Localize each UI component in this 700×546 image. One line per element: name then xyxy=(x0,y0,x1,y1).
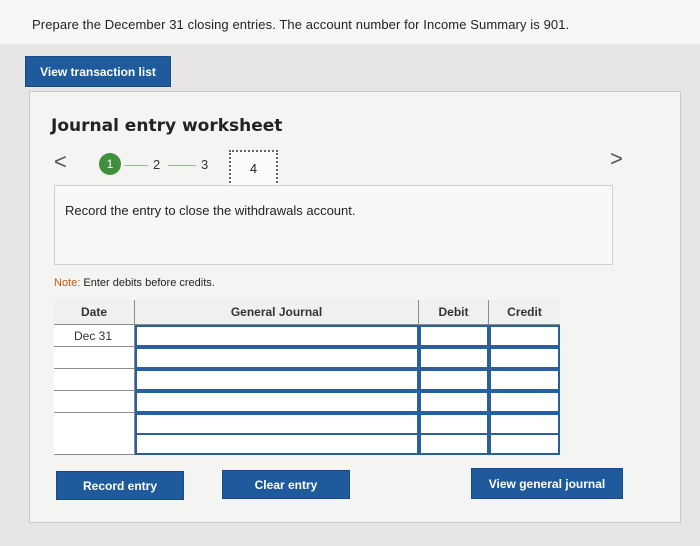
chevron-left-icon[interactable]: < xyxy=(54,151,67,173)
date-cell[interactable] xyxy=(54,433,135,455)
instruction-box xyxy=(54,185,613,265)
step-connector xyxy=(124,165,148,166)
record-entry-button[interactable]: Record entry xyxy=(56,471,184,500)
view-general-journal-button[interactable]: View general journal xyxy=(471,468,623,499)
step-2[interactable]: 2 xyxy=(153,157,160,172)
date-cell[interactable] xyxy=(54,369,135,391)
date-cell[interactable]: Dec 31 xyxy=(54,325,135,347)
step-1[interactable]: 1 xyxy=(99,153,121,175)
step-connector xyxy=(168,165,196,166)
column-header-credit: Credit xyxy=(489,300,560,325)
column-header-general-journal: General Journal xyxy=(135,300,419,325)
account-input[interactable] xyxy=(135,369,419,391)
debit-input[interactable] xyxy=(419,413,489,435)
date-cell[interactable] xyxy=(54,347,135,369)
account-input[interactable] xyxy=(135,347,419,369)
step-3[interactable]: 3 xyxy=(201,157,208,172)
instruction-text: Record the entry to close the withdrawal… xyxy=(65,203,356,218)
column-header-date: Date xyxy=(54,300,135,325)
note: Note: Enter debits before credits. xyxy=(54,277,215,289)
step-4-label: 4 xyxy=(249,161,258,176)
table-row xyxy=(54,391,560,413)
credit-input[interactable] xyxy=(489,347,560,369)
debit-input[interactable] xyxy=(419,369,489,391)
table-row: Dec 31 xyxy=(54,325,560,347)
table-row xyxy=(54,413,560,435)
account-input[interactable] xyxy=(135,433,419,455)
debit-input[interactable] xyxy=(419,325,489,347)
table-row xyxy=(54,347,560,369)
chevron-right-icon[interactable]: > xyxy=(610,148,623,170)
debit-input[interactable] xyxy=(419,433,489,455)
table-row xyxy=(54,433,560,455)
credit-input[interactable] xyxy=(489,413,560,435)
date-cell[interactable] xyxy=(54,391,135,413)
note-label: Note: xyxy=(54,277,81,289)
view-transaction-list-button[interactable]: View transaction list xyxy=(25,56,171,87)
date-cell[interactable] xyxy=(54,413,135,435)
column-header-debit: Debit xyxy=(419,300,489,325)
account-input[interactable] xyxy=(135,325,419,347)
clear-entry-button[interactable]: Clear entry xyxy=(222,470,350,499)
step-4-current[interactable]: 4 xyxy=(229,150,278,187)
credit-input[interactable] xyxy=(489,391,560,413)
debit-input[interactable] xyxy=(419,347,489,369)
table-row xyxy=(54,369,560,391)
worksheet-title: Journal entry worksheet xyxy=(51,116,283,136)
account-input[interactable] xyxy=(135,413,419,435)
credit-input[interactable] xyxy=(489,369,560,391)
debit-input[interactable] xyxy=(419,391,489,413)
note-text: Enter debits before credits. xyxy=(83,277,215,289)
credit-input[interactable] xyxy=(489,433,560,455)
account-input[interactable] xyxy=(135,391,419,413)
credit-input[interactable] xyxy=(489,325,560,347)
question-prompt: Prepare the December 31 closing entries.… xyxy=(32,17,570,32)
